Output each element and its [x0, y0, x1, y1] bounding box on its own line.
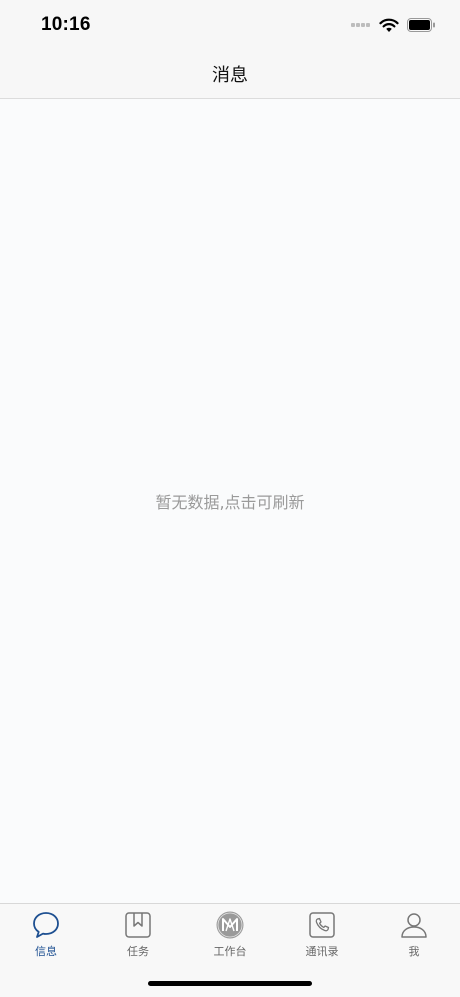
page-title: 消息 [212, 65, 248, 86]
phone-contacts-icon [309, 912, 335, 938]
tab-me[interactable]: 我 [368, 904, 460, 964]
tab-label: 通讯录 [305, 945, 339, 958]
user-profile-icon [401, 913, 427, 938]
tab-contacts[interactable]: 通讯录 [276, 904, 368, 964]
tab-label: 信息 [35, 945, 57, 958]
tab-messages[interactable]: 信息 [0, 904, 92, 964]
tab-label: 我 [408, 945, 420, 958]
home-indicator[interactable] [148, 981, 312, 986]
status-icons [351, 16, 436, 34]
tab-label: 工作台 [213, 945, 247, 958]
battery-icon [407, 18, 435, 32]
nav-header: 消息 [0, 50, 460, 99]
tab-workbench[interactable]: 工作台 [184, 904, 276, 964]
status-bar: 10:16 [0, 0, 460, 50]
wifi-icon [379, 18, 399, 32]
workbench-logo-icon [216, 911, 244, 939]
signal-icon [351, 23, 370, 27]
bookmark-task-icon [125, 912, 151, 938]
tab-tasks[interactable]: 任务 [92, 904, 184, 964]
message-list-area: 暂无数据,点击可刷新 [0, 99, 460, 903]
tab-label: 任务 [127, 945, 149, 958]
empty-state-refresh[interactable]: 暂无数据,点击可刷新 [0, 489, 460, 513]
chat-bubble-icon [33, 912, 59, 938]
status-time: 10:16 [41, 14, 91, 35]
